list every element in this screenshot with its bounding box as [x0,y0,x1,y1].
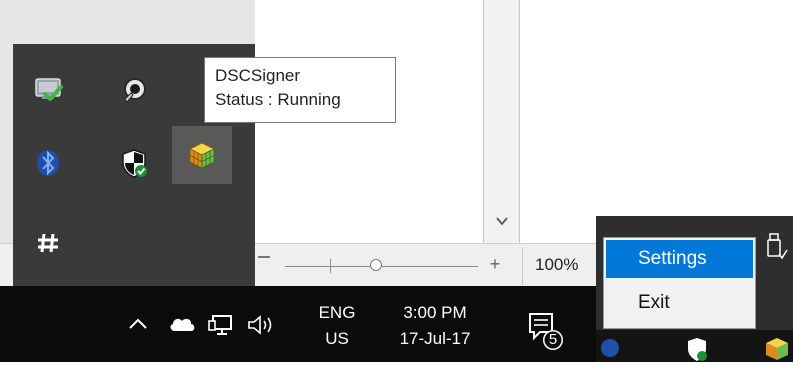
dscsigner-cube-icon [766,338,788,360]
inset-tray-dscsigner[interactable] [764,336,790,362]
language-primary: ENG [318,303,356,322]
tray-item-speaker[interactable] [104,61,164,119]
tray-item-bluetooth[interactable] [18,134,78,192]
cloud-icon [170,318,195,331]
clock-date: 17-Jul-17 [399,329,471,348]
tooltip-status: Status : Running [215,90,341,109]
usb-tray-icon[interactable] [766,232,788,262]
chevron-up-icon [129,318,147,329]
tray-item-defender[interactable] [104,134,164,192]
zoom-out-button[interactable] [258,256,272,260]
network-tray-button[interactable] [207,313,235,337]
show-hidden-icons-button[interactable] [126,314,150,334]
inset-tray-defender[interactable] [684,336,710,362]
tray-tooltip: DSCSigner Status : Running [204,57,396,123]
zoom-level[interactable]: 100% [535,255,578,275]
windows-update-icon [35,78,63,101]
tray-context-menu: Settings Exit [603,237,756,329]
zoom-slider-center-tick [330,259,331,273]
action-center-button[interactable]: 5 [527,310,565,352]
tooltip-title: DSCSigner [215,66,301,85]
menu-item-settings[interactable]: Settings [606,240,753,278]
taskbar [0,286,600,362]
volume-tray-button[interactable] [246,313,276,337]
hash-icon [38,233,58,253]
notification-count-badge: 5 [548,331,558,348]
tray-item-hash[interactable] [18,214,78,272]
divider [522,247,523,285]
zoom-slider-thumb[interactable] [370,259,382,271]
speaker-icon [124,78,146,103]
usb-drive-icon [767,233,788,260]
input-language-button[interactable]: ENG US [312,300,362,352]
defender-shield-icon [688,338,707,361]
clock-time: 3:00 PM [403,303,467,322]
tray-item-windows-update[interactable] [18,61,78,119]
bluetooth-icon [601,339,619,357]
onedrive-tray-button[interactable] [167,313,197,335]
language-secondary: US [325,329,349,348]
vertical-scrollbar[interactable] [484,0,520,243]
menu-item-exit[interactable]: Exit [606,284,753,322]
scroll-down-icon[interactable] [494,213,510,229]
volume-icon [248,315,272,335]
network-icon [208,315,232,335]
bluetooth-icon [37,150,59,176]
divider [519,0,520,243]
inset-tray-icon[interactable] [600,336,622,358]
defender-shield-icon [122,149,147,178]
clock-button[interactable]: 3:00 PM 17-Jul-17 [385,300,485,352]
dscsigner-cube-icon [189,142,215,169]
tray-item-dscsigner[interactable] [172,126,232,184]
zoom-in-button[interactable]: + [488,255,502,273]
